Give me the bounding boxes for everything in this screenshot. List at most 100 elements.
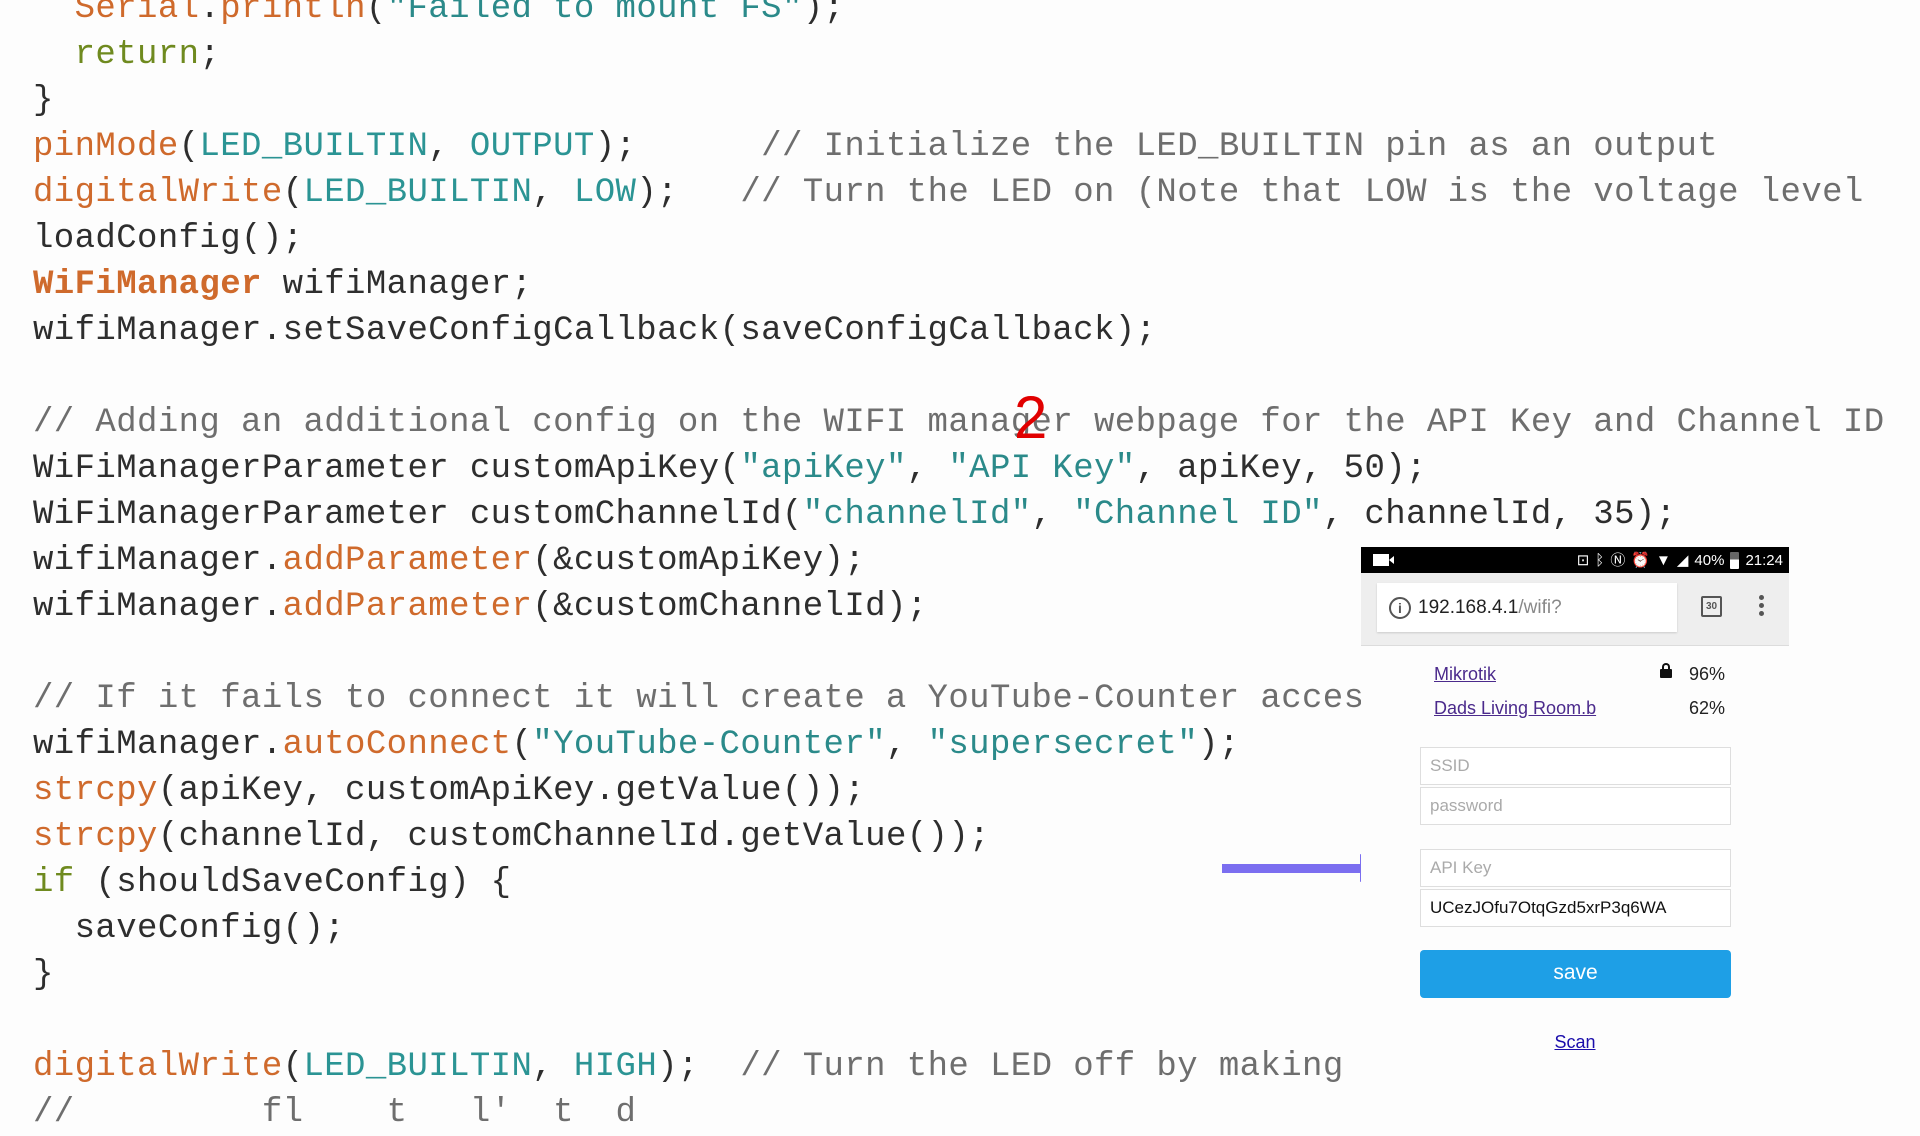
status-bar: ⊡ ᛒ Ⓝ ⏰ ▼ ◢ 40% 21:24 — [1361, 547, 1789, 574]
code-token: LOW — [573, 174, 637, 212]
code-token: Serial — [74, 0, 200, 28]
code-token: ( — [282, 1048, 304, 1086]
code-token: } — [33, 82, 54, 120]
nfc-icon: Ⓝ — [1610, 552, 1626, 569]
scan-link-text[interactable]: Scan — [1554, 1032, 1595, 1052]
code-token: strcpy — [33, 772, 158, 810]
clock: 21:24 — [1745, 552, 1783, 569]
code-token: LED_BUILTIN — [303, 174, 533, 212]
channel-id-input[interactable]: UCezJOfu7OtqGzd5xrP3q6WA — [1420, 889, 1731, 927]
code-line: Serial.println("Failed to mount FS"); — [33, 0, 1885, 32]
code-token: ); — [594, 128, 762, 166]
scan-link: Scan — [1361, 1032, 1789, 1053]
code-token: pinMode — [33, 128, 179, 166]
code-token: digitalWrite — [33, 1048, 283, 1086]
network-link[interactable]: Dads Living Room.b — [1434, 698, 1596, 718]
code-token: (&customApiKey); — [532, 542, 866, 580]
network-item[interactable]: Mikrotik 96% — [1434, 663, 1734, 694]
code-token: WiFiManager — [33, 266, 262, 304]
code-line: WiFiManagerParameter customApiKey("apiKe… — [33, 446, 1885, 492]
lock-icon — [1660, 663, 1672, 678]
code-token: wifiManager.setSaveConfigCallback(saveCo… — [33, 312, 1157, 350]
code-token: WiFiManagerParameter customChannelId( — [33, 496, 803, 534]
info-icon[interactable]: i — [1389, 596, 1411, 619]
code-token: , channelId, 35); — [1322, 496, 1677, 534]
url-path: /wifi? — [1518, 596, 1562, 618]
code-line: digitalWrite(LED_BUILTIN, LOW); // Turn … — [33, 170, 1885, 216]
code-token: // Initialize the LED_BUILTIN pin as an … — [761, 128, 1719, 166]
code-token: digitalWrite — [33, 174, 283, 212]
code-token: println — [220, 0, 366, 28]
tabs-counter-icon[interactable]: 30 — [1701, 596, 1722, 617]
code-line: pinMode(LED_BUILTIN, OUTPUT); // Initial… — [33, 124, 1885, 170]
bluetooth-icon: ᛒ — [1595, 552, 1605, 569]
code-token: ; — [199, 36, 221, 74]
code-token: "apiKey" — [740, 450, 907, 488]
url-host: 192.168.4.1 — [1418, 596, 1519, 618]
code-token: strcpy — [33, 818, 158, 856]
network-signal: 62% — [1689, 698, 1726, 718]
code-token: ); — [657, 1048, 741, 1086]
code-token: wifiManager. — [33, 588, 283, 626]
code-token: "channelId" — [802, 496, 1032, 534]
code-line: // Adding an additional config on the WI… — [33, 400, 1885, 446]
phone-screen: ⊡ ᛒ Ⓝ ⏰ ▼ ◢ 40% 21:24 i 192.168.4.1/wifi… — [1361, 547, 1789, 1090]
code-token: "API Key" — [948, 450, 1136, 488]
code-token: , — [1031, 496, 1074, 534]
alarm-icon: ⏰ — [1631, 552, 1651, 569]
code-token: , — [532, 174, 574, 212]
network-link[interactable]: Mikrotik — [1434, 664, 1496, 684]
battery-percent: 40% — [1694, 552, 1725, 569]
code-line: // fl t l' t d — [33, 1090, 1885, 1136]
code-token: "supersecret" — [927, 726, 1199, 764]
code-token: ( — [365, 0, 387, 28]
network-item[interactable]: Dads Living Room.b 62% — [1434, 698, 1734, 728]
code-line: return; — [33, 32, 1885, 78]
save-button[interactable]: save — [1420, 950, 1731, 998]
arrow-shaft — [1222, 864, 1362, 873]
code-token: ( — [511, 726, 533, 764]
code-token: saveConfig(); — [33, 910, 346, 948]
code-token: LED_BUILTIN — [199, 128, 429, 166]
code-token: autoConnect — [282, 726, 512, 764]
code-line: } — [33, 78, 1885, 124]
code-token: ( — [178, 128, 200, 166]
code-token: , — [885, 726, 928, 764]
code-token: // If it fails to connect it will create… — [33, 680, 1386, 718]
code-line: WiFiManagerParameter customChannelId("ch… — [33, 492, 1885, 538]
code-token: "Failed to mount FS" — [386, 0, 803, 28]
code-token: wifiManager. — [33, 542, 283, 580]
cast-icon: ⊡ — [1576, 552, 1590, 569]
code-token: (shouldSaveConfig) { — [74, 864, 512, 902]
code-token: "Channel ID" — [1073, 496, 1323, 534]
code-line: wifiManager.setSaveConfigCallback(saveCo… — [33, 308, 1885, 354]
code-token: , — [906, 450, 949, 488]
video-camera-icon — [1373, 554, 1394, 566]
code-line: WiFiManager wifiManager; — [33, 262, 1885, 308]
api-key-input[interactable]: API Key — [1420, 849, 1731, 887]
code-token: ); — [1198, 726, 1240, 764]
more-menu-icon[interactable] — [1759, 595, 1765, 619]
code-token: wifiManager. — [33, 726, 283, 764]
wifi-icon: ▼ — [1656, 552, 1671, 569]
battery-icon — [1730, 552, 1740, 569]
code-token: , apiKey, 50); — [1135, 450, 1427, 488]
ssid-input[interactable]: SSID — [1420, 747, 1731, 785]
code-token: "YouTube-Counter" — [532, 726, 886, 764]
code-token: WiFiManagerParameter customApiKey( — [33, 450, 741, 488]
password-input[interactable]: password — [1420, 787, 1731, 825]
code-token: LED_BUILTIN — [303, 1048, 533, 1086]
code-token: ); — [802, 0, 845, 28]
code-token: ( — [282, 174, 304, 212]
code-token: (channelId, customChannelId.getValue()); — [157, 818, 990, 856]
network-signal: 96% — [1689, 664, 1726, 684]
code-token: HIGH — [573, 1048, 658, 1086]
code-token: addParameter — [282, 588, 533, 626]
code-token: return — [74, 36, 200, 74]
code-token: wifiManager; — [261, 266, 533, 304]
address-bar[interactable]: i 192.168.4.1/wifi? — [1377, 583, 1677, 632]
annotation-number: 2 — [1014, 384, 1048, 451]
code-token: if — [33, 864, 75, 902]
